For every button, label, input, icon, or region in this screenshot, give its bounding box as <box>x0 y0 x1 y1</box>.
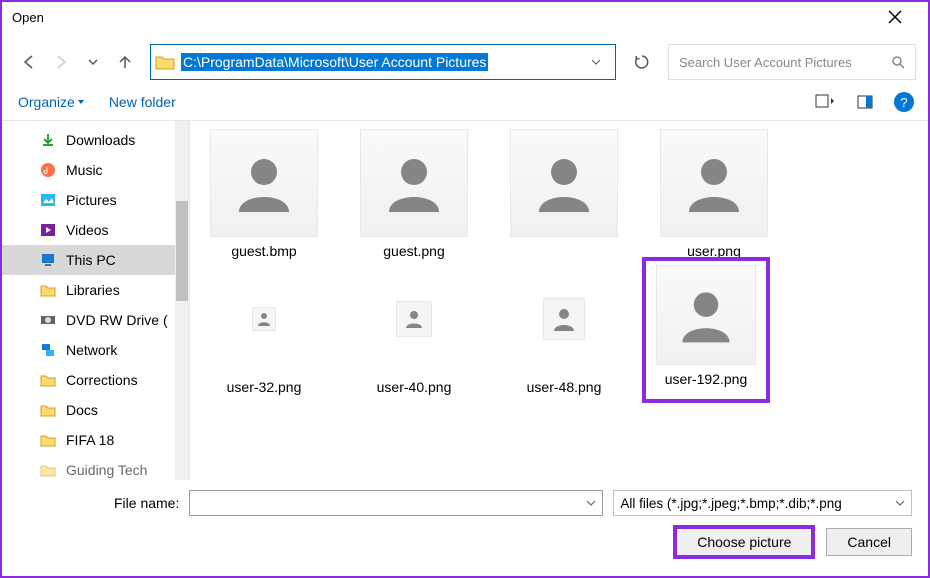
organize-button[interactable]: Organize <box>18 94 85 110</box>
user-icon <box>656 265 756 365</box>
address-bar[interactable]: C:\ProgramData\Microsoft\User Account Pi… <box>150 44 616 80</box>
user-icon <box>360 129 468 237</box>
close-button[interactable] <box>888 10 920 24</box>
recent-dropdown[interactable] <box>84 53 102 71</box>
search-placeholder: Search User Account Pictures <box>679 55 891 70</box>
filename-label: File name: <box>114 495 179 511</box>
sidebar-item-this-pc[interactable]: This PC <box>2 245 189 275</box>
forward-button[interactable] <box>52 53 70 71</box>
help-button[interactable]: ? <box>894 92 914 112</box>
file-pane[interactable]: guest.bmp guest.png user.png user-32.png… <box>190 121 928 480</box>
file-item[interactable]: guest.png <box>350 129 478 259</box>
main-area: Downloads Music Pictures Videos This PC … <box>2 120 928 480</box>
user-icon <box>510 129 618 237</box>
sidebar-item-downloads[interactable]: Downloads <box>2 125 189 155</box>
search-icon <box>891 55 905 69</box>
search-input[interactable]: Search User Account Pictures <box>668 44 916 80</box>
filetype-select[interactable]: All files (*.jpg;*.jpeg;*.bmp;*.dib;*.pn… <box>613 490 912 516</box>
up-button[interactable] <box>116 53 134 71</box>
bottom-bar: File name: All files (*.jpg;*.jpeg;*.bmp… <box>2 480 928 566</box>
user-icon <box>252 307 276 331</box>
view-mode-button[interactable] <box>814 93 836 111</box>
sidebar-item-music[interactable]: Music <box>2 155 189 185</box>
preview-pane-button[interactable] <box>854 93 876 111</box>
file-item[interactable]: user-48.png <box>500 265 628 395</box>
user-icon <box>396 301 432 337</box>
sidebar-item-fifa[interactable]: FIFA 18 <box>2 425 189 455</box>
sidebar-item-dvd[interactable]: DVD RW Drive ( <box>2 305 189 335</box>
sidebar-item-docs[interactable]: Docs <box>2 395 189 425</box>
sidebar-item-guiding[interactable]: Guiding Tech <box>2 455 189 485</box>
sidebar-item-corrections[interactable]: Corrections <box>2 365 189 395</box>
titlebar: Open <box>2 2 928 32</box>
user-icon <box>660 129 768 237</box>
file-item-selected[interactable]: user-192.png <box>642 257 770 403</box>
refresh-button[interactable] <box>626 44 658 80</box>
file-item[interactable]: guest.bmp <box>200 129 328 259</box>
sidebar-item-pictures[interactable]: Pictures <box>2 185 189 215</box>
filename-input[interactable] <box>189 490 603 516</box>
choose-picture-button[interactable]: Choose picture <box>676 528 812 556</box>
folder-icon <box>155 54 175 70</box>
window-title: Open <box>10 10 888 25</box>
user-icon <box>210 129 318 237</box>
navbar: C:\ProgramData\Microsoft\User Account Pi… <box>2 32 928 86</box>
file-item[interactable]: user-40.png <box>350 265 478 395</box>
user-icon <box>543 298 585 340</box>
file-item[interactable] <box>500 129 628 259</box>
back-button[interactable] <box>20 53 38 71</box>
address-path: C:\ProgramData\Microsoft\User Account Pi… <box>181 53 488 71</box>
cancel-button[interactable]: Cancel <box>826 528 912 556</box>
sidebar-item-network[interactable]: Network <box>2 335 189 365</box>
sidebar-item-videos[interactable]: Videos <box>2 215 189 245</box>
new-folder-button[interactable]: New folder <box>109 94 176 110</box>
sidebar: Downloads Music Pictures Videos This PC … <box>2 121 190 480</box>
file-item[interactable]: user-32.png <box>200 265 328 395</box>
file-item[interactable]: user.png <box>650 129 778 259</box>
sidebar-scrollbar[interactable] <box>175 121 189 480</box>
toolbar: Organize New folder ? <box>2 86 928 120</box>
sidebar-item-libraries[interactable]: Libraries <box>2 275 189 305</box>
address-dropdown[interactable] <box>581 57 611 67</box>
